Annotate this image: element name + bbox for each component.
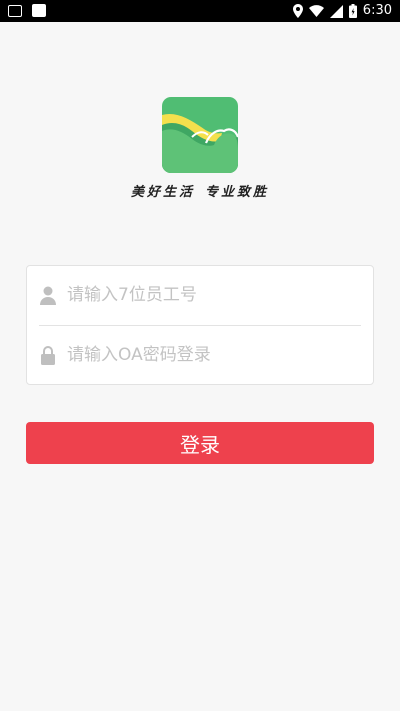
status-bar: 6:30: [0, 0, 400, 22]
signal-icon: [329, 4, 343, 18]
status-bar-notifications: [8, 4, 46, 17]
slogan-left: 美好生活: [130, 185, 195, 200]
login-button[interactable]: 登录: [26, 422, 374, 464]
employee-id-row: [27, 266, 373, 325]
password-row: [27, 326, 373, 385]
status-bar-system: 6:30: [292, 3, 392, 19]
user-icon: [40, 286, 56, 305]
battery-icon: [348, 4, 357, 18]
status-time: 6:30: [362, 3, 392, 18]
location-icon: [292, 4, 303, 18]
employee-id-input[interactable]: [67, 278, 357, 312]
wifi-icon: [308, 5, 324, 17]
keyboard-icon: [8, 4, 22, 17]
app-logo: [162, 97, 238, 173]
login-card: [26, 265, 374, 385]
lock-icon: [41, 346, 55, 365]
brand-slogan: 美好生活 专业致胜: [0, 181, 400, 200]
password-input[interactable]: [67, 338, 357, 372]
slogan-right: 专业致胜: [205, 185, 270, 200]
image-icon: [32, 4, 46, 17]
